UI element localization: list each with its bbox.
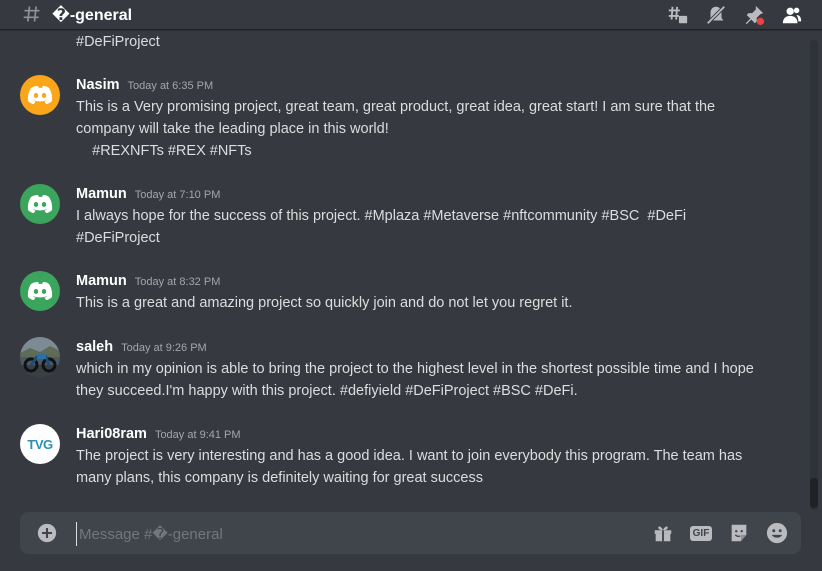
username[interactable]: Mamun <box>76 273 127 289</box>
channel-header: �-general <box>0 0 822 30</box>
header-toolbar <box>666 3 804 27</box>
message-text: This is a great and amazing project so q… <box>76 295 573 311</box>
username[interactable]: saleh <box>76 339 113 355</box>
notification-muted-icon[interactable] <box>704 3 728 27</box>
timestamp: Today at 9:41 PM <box>154 429 241 441</box>
discord-logo-icon <box>27 282 53 300</box>
channel-name: �-general <box>52 7 133 24</box>
timestamp: Today at 8:32 PM <box>134 276 221 288</box>
message-list: #DeFiProject Nasim Today at 6:35 PM This … <box>0 31 810 501</box>
members-icon[interactable] <box>780 3 804 27</box>
pin-icon[interactable] <box>742 3 766 27</box>
timestamp: Today at 6:35 PM <box>127 80 214 92</box>
hash-icon <box>23 6 40 22</box>
message-header: saleh Today at 9:26 PM <box>76 339 207 355</box>
composer-toolbar: GIF <box>651 521 789 545</box>
avatar[interactable]: TVG <box>20 424 60 464</box>
message-text: This is a Very promising project, great … <box>76 99 716 159</box>
message-text: which in my opinion is able to bring the… <box>76 361 758 399</box>
message-input[interactable] <box>76 522 641 546</box>
message-text: I always hope for the success of this pr… <box>76 208 687 246</box>
username[interactable]: Hari08ram <box>76 426 147 442</box>
motorcycle-photo-icon <box>20 337 60 377</box>
gift-icon[interactable] <box>651 521 675 545</box>
message-header: Mamun Today at 8:32 PM <box>76 273 220 289</box>
timestamp: Today at 9:26 PM <box>121 342 207 354</box>
avatar[interactable] <box>20 75 60 115</box>
message-header: Nasim Today at 6:35 PM <box>76 77 213 93</box>
message-header: Hari08ram Today at 9:41 PM <box>76 426 241 442</box>
discord-logo-icon <box>27 86 53 104</box>
username[interactable]: Mamun <box>76 186 127 202</box>
tvg-logo-icon: TVG <box>27 436 53 452</box>
emoji-icon[interactable] <box>765 521 789 545</box>
message-text: #DeFiProject <box>76 34 160 50</box>
add-attachment-icon[interactable] <box>37 523 57 543</box>
avatar[interactable] <box>20 271 60 311</box>
scrollbar-track[interactable] <box>810 40 818 510</box>
username[interactable]: Nasim <box>76 77 120 93</box>
message-composer: GIF <box>20 512 801 554</box>
sticker-icon[interactable] <box>727 521 751 545</box>
timestamp: Today at 7:10 PM <box>134 189 221 201</box>
scrollbar-thumb[interactable] <box>810 478 818 508</box>
gif-label: GIF <box>689 525 713 541</box>
threads-icon[interactable] <box>666 3 690 27</box>
gif-button[interactable]: GIF <box>689 521 713 545</box>
avatar[interactable] <box>20 337 60 377</box>
message-header: Mamun Today at 7:10 PM <box>76 186 220 202</box>
avatar[interactable] <box>20 184 60 224</box>
message-text: The project is very interesting and has … <box>76 448 747 486</box>
discord-logo-icon <box>27 195 53 213</box>
